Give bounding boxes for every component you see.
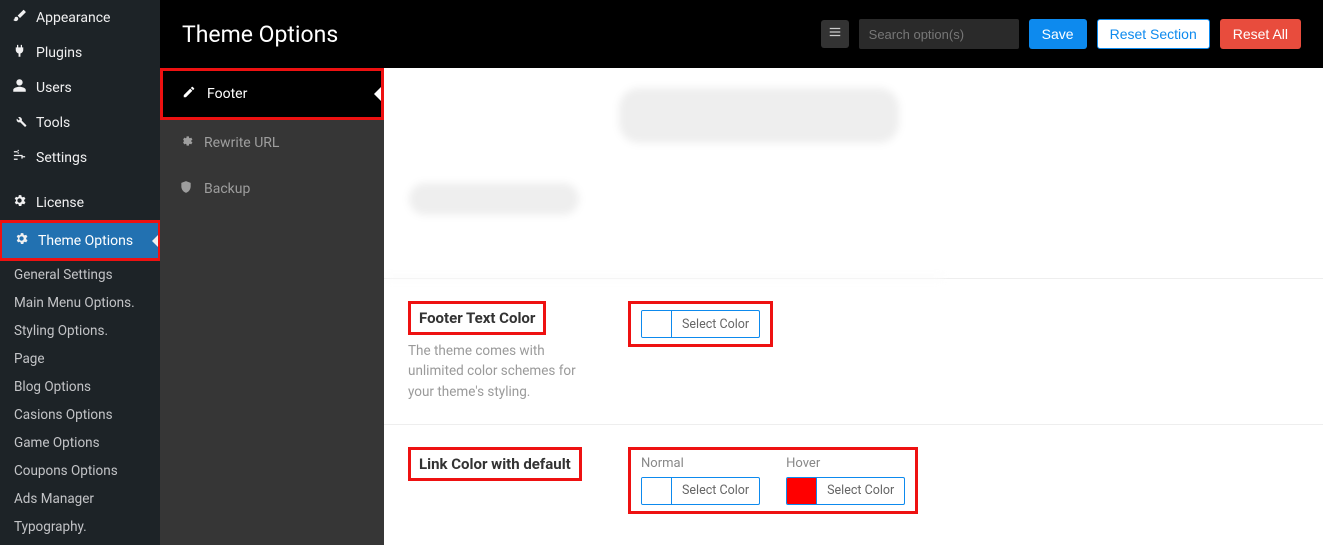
- wp-admin-sidebar: Appearance Plugins Users Tools Settings …: [0, 0, 160, 545]
- option-title: Link Color with default: [415, 452, 575, 476]
- color-group-label: Normal: [641, 456, 760, 471]
- expand-toggle-button[interactable]: [821, 20, 849, 48]
- gear-icon: [10, 193, 28, 212]
- sidebar-item-theme-options[interactable]: Theme Options: [2, 223, 158, 258]
- sidebar-label: Settings: [36, 150, 87, 166]
- option-desc: The theme comes with unlimited color sch…: [408, 341, 588, 402]
- sidebar-sub-styling-options[interactable]: Styling Options.: [0, 317, 160, 345]
- color-swatch: [787, 478, 817, 504]
- theme-options-tabs: Footer Rewrite URL Backup: [160, 68, 384, 545]
- search-input[interactable]: [859, 19, 1019, 49]
- save-button[interactable]: Save: [1029, 19, 1087, 49]
- sidebar-item-license[interactable]: License: [0, 185, 160, 220]
- sidebar-sub-ads-manager[interactable]: Ads Manager: [0, 485, 160, 513]
- sidebar-label: License: [36, 195, 84, 211]
- reset-all-button[interactable]: Reset All: [1220, 19, 1301, 49]
- footer-text-color-picker[interactable]: Select Color: [641, 310, 760, 338]
- sidebar-item-appearance[interactable]: Appearance: [0, 0, 160, 35]
- sidebar-label: Plugins: [36, 45, 82, 61]
- option-row-footer-text-color: Footer Text Color The theme comes with u…: [384, 278, 1323, 424]
- color-swatch: [642, 478, 672, 504]
- page-title: Theme Options: [182, 21, 811, 48]
- sidebar-item-settings[interactable]: Settings: [0, 140, 160, 175]
- sidebar-item-tools[interactable]: Tools: [0, 105, 160, 140]
- sidebar-sub-blog-options[interactable]: Blog Options: [0, 373, 160, 401]
- list-icon: [828, 25, 842, 43]
- sidebar-label: Users: [36, 80, 72, 96]
- sidebar-sub-coupons-options[interactable]: Coupons Options: [0, 457, 160, 485]
- tab-footer[interactable]: Footer: [163, 71, 381, 117]
- sidebar-sub-general-settings[interactable]: General Settings: [0, 261, 160, 289]
- blurred-content: [384, 68, 943, 278]
- tab-backup[interactable]: Backup: [160, 166, 384, 212]
- shield-icon: [178, 180, 194, 198]
- reset-section-button[interactable]: Reset Section: [1097, 19, 1210, 49]
- edit-icon: [181, 85, 197, 103]
- link-color-hover-group: Hover Select Color: [786, 456, 905, 505]
- tab-label: Footer: [207, 86, 247, 102]
- sidebar-label: Theme Options: [38, 233, 133, 249]
- gear-icon: [12, 231, 30, 250]
- tab-label: Backup: [204, 181, 250, 197]
- option-title: Footer Text Color: [415, 306, 539, 330]
- user-icon: [10, 78, 28, 97]
- tab-rewrite-url[interactable]: Rewrite URL: [160, 120, 384, 166]
- color-picker-label: Select Color: [817, 478, 904, 504]
- tab-label: Rewrite URL: [204, 135, 279, 151]
- color-group-label: Hover: [786, 456, 905, 471]
- link-color-normal-picker[interactable]: Select Color: [641, 477, 760, 505]
- sidebar-item-users[interactable]: Users: [0, 70, 160, 105]
- wrench-icon: [10, 113, 28, 132]
- color-swatch: [642, 311, 672, 337]
- cogs-icon: [178, 134, 194, 152]
- sidebar-sub-page[interactable]: Page: [0, 345, 160, 373]
- color-picker-label: Select Color: [672, 478, 759, 504]
- sidebar-sub-casions-options[interactable]: Casions Options: [0, 401, 160, 429]
- sliders-icon: [10, 148, 28, 167]
- link-color-normal-group: Normal Select Color: [641, 456, 760, 505]
- brush-icon: [10, 8, 28, 27]
- link-color-hover-picker[interactable]: Select Color: [786, 477, 905, 505]
- sidebar-label: Appearance: [36, 10, 110, 26]
- options-panel: Footer Text Color The theme comes with u…: [384, 68, 1323, 545]
- color-picker-label: Select Color: [672, 311, 759, 337]
- option-row-link-color: Link Color with default Normal Select Co…: [384, 424, 1323, 536]
- plug-icon: [10, 43, 28, 62]
- sidebar-label: Tools: [36, 115, 70, 131]
- sidebar-sub-game-options[interactable]: Game Options: [0, 429, 160, 457]
- sidebar-sub-main-menu-options[interactable]: Main Menu Options.: [0, 289, 160, 317]
- sidebar-item-plugins[interactable]: Plugins: [0, 35, 160, 70]
- sidebar-sub-typography[interactable]: Typography.: [0, 513, 160, 541]
- theme-options-topbar: Theme Options Save Reset Section Reset A…: [160, 0, 1323, 68]
